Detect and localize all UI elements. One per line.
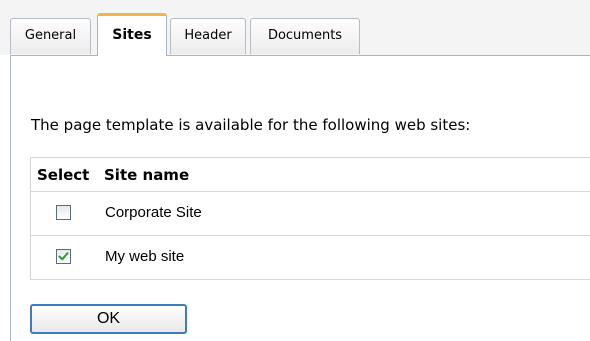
- select-checkbox-corporate-site[interactable]: [56, 205, 71, 220]
- sites-grid: Select Site name Corporate Site My web s…: [30, 157, 590, 280]
- site-name: My web site: [105, 248, 185, 265]
- checkmark-icon: [58, 252, 69, 261]
- tab-sites[interactable]: Sites: [97, 13, 167, 56]
- tab-general[interactable]: General: [10, 18, 91, 54]
- table-row: My web site: [31, 236, 590, 280]
- tab-header[interactable]: Header: [170, 18, 246, 54]
- page-template-properties: General Sites Header Documents The page …: [0, 0, 590, 341]
- table-row: Corporate Site: [31, 192, 590, 236]
- select-checkbox-my-web-site[interactable]: [56, 249, 71, 264]
- tab-strip: General Sites Header Documents: [0, 0, 590, 56]
- tab-documents[interactable]: Documents: [250, 18, 360, 54]
- site-name: Corporate Site: [105, 204, 202, 221]
- intro-text: The page template is available for the f…: [31, 116, 471, 134]
- ok-button[interactable]: OK: [30, 304, 187, 334]
- panel-border: [10, 55, 11, 341]
- grid-header-row: Select Site name: [31, 158, 590, 192]
- column-header-select: Select: [37, 166, 90, 184]
- column-header-site-name: Site name: [104, 166, 190, 184]
